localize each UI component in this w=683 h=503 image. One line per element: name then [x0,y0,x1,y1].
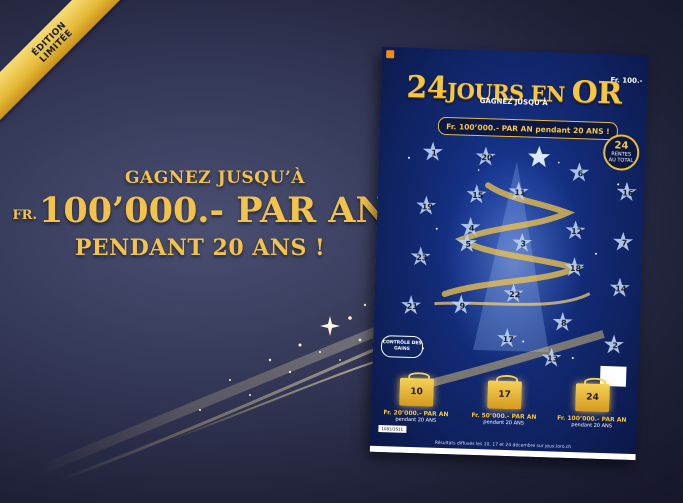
ticket-code: 1083/3S11 [378,424,407,433]
gift-box-icon: 10 [399,377,435,407]
headline-amount: 100’000.- PAR AN [39,190,388,231]
headline-currency: FR. [12,208,37,223]
advent-number: 18 [566,259,585,278]
advent-number: 8 [555,313,574,332]
headline-line1: GAGNEZ JUSQU’À [125,168,305,188]
gift-row: 10 Fr. 20’000.- PAR AN pendant 20 ANS 17… [377,377,632,430]
advent-number: 2 [606,336,625,355]
advent-number: 3 [514,234,533,253]
advent-number: 19 [418,197,437,216]
gift-prize: 24 Fr. 100’000.- PAR AN pendant 20 ANS [553,382,632,429]
advent-number: 17 [499,330,518,349]
advent-number: 5 [459,234,478,253]
advent-number: 12 [567,222,586,241]
advent-number: 21 [403,297,422,316]
advent-number: 22 [505,285,524,304]
gift-prize: 17 Fr. 50’000.- PAR AN pendant 20 ANS [465,380,544,427]
headline-amount-line: FR.100’000.- PAR AN [0,190,400,231]
advent-number: 9 [453,296,472,315]
promo-banner: ÉDITION LIMITÉE GAGNEZ JUSQU’À FR.100’00… [0,0,683,503]
gift-prize: 10 Fr. 20’000.- PAR AN pendant 20 ANS [377,377,456,424]
advent-number: 6 [571,164,590,183]
rentes-total: AU TOTAL [608,157,634,164]
advent-number: 23 [413,248,432,267]
brand-logo [386,50,395,59]
gift-box-icon: 24 [575,383,610,413]
advent-number: 20 [478,148,497,167]
gift-day: 10 [410,386,424,398]
advent-number: 16 [619,183,638,202]
advent-number: 11 [511,183,530,202]
gift-day: 24 [586,392,599,403]
controle-des-gains-logo: CONTRÔLE DES GAINS [380,335,424,359]
advent-number: 14 [612,279,631,298]
gift-box-icon: 17 [487,380,522,410]
advent-number: 13 [543,349,562,368]
gift-day: 17 [498,389,511,401]
advent-number: 15 [469,186,488,205]
headline-line3: PENDANT 20 ANS ! [74,235,326,261]
headline: GAGNEZ JUSQU’À FR.100’000.- PAR AN PENDA… [0,168,400,261]
advent-number: 7 [615,233,634,252]
scratch-ticket: Fr. 100.- 24JOURS EN OR GAGNEZ JUSQU’À F… [369,46,649,461]
rentes-number: 24 [614,140,629,152]
advent-number: 1 [425,143,444,162]
